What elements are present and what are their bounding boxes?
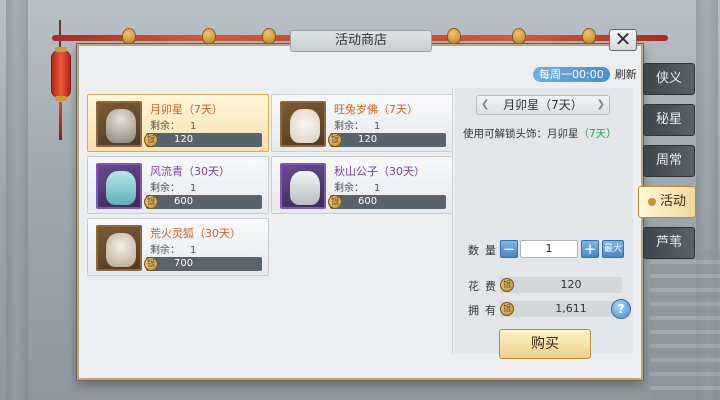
quantity-decrease-button[interactable]: −: [500, 240, 518, 258]
item-name: 秋山公子（30天）: [334, 165, 425, 178]
owned-value: 1,611: [555, 302, 587, 315]
headwear-icon: [96, 101, 142, 147]
refresh-label: 刷新: [614, 68, 637, 81]
quantity-label: 数量: [468, 244, 502, 257]
remaining-value: 1: [374, 121, 381, 132]
coin-icon: 银: [500, 302, 514, 316]
desc-text: 使用可解锁头饰：月卯星: [463, 128, 579, 140]
remaining-value: 1: [374, 183, 381, 194]
remaining-value: 1: [190, 245, 197, 256]
desc-duration: （7天）: [578, 128, 617, 140]
coin-icon: 银: [144, 195, 158, 209]
ornament-icon: [512, 28, 526, 44]
background-stairs: [650, 250, 720, 400]
coin-icon: 银: [144, 257, 158, 271]
ornament-icon: [582, 28, 596, 44]
item-name: 旺兔岁佛（7天）: [334, 103, 418, 116]
quantity-max-button[interactable]: 最大: [602, 240, 624, 258]
quantity-input[interactable]: 1: [520, 240, 578, 258]
tab-event[interactable]: 活动: [638, 186, 696, 218]
item-name: 月卯星（7天）: [150, 103, 223, 116]
item-name: 荒火灵狐（30天）: [150, 227, 241, 240]
buy-button[interactable]: 购买: [499, 329, 591, 359]
remaining-label: 剩余：: [150, 183, 180, 194]
item-remaining: 剩余： 1: [150, 241, 196, 256]
item-name: 风流青（30天）: [150, 165, 230, 178]
item-price: 银 600: [328, 195, 446, 209]
shop-item-card[interactable]: 荒火灵狐（30天） 剩余： 1 银 700: [87, 218, 269, 276]
remaining-label: 剩余：: [150, 245, 180, 256]
detail-description: 使用可解锁头饰：月卯星（7天）: [463, 126, 617, 141]
remaining-value: 1: [190, 183, 197, 194]
remaining-label: 剩余：: [334, 183, 364, 194]
shop-item-card[interactable]: 旺兔岁佛（7天） 剩余： 1 银 120: [271, 94, 453, 152]
outfit-icon: [280, 163, 326, 209]
fox-mount-icon: [96, 225, 142, 271]
tab-xiayi[interactable]: 侠义: [643, 63, 695, 95]
quantity-increase-button[interactable]: +: [581, 240, 599, 258]
detail-item-name[interactable]: 月卯星（7天）: [476, 95, 610, 115]
coin-icon: 银: [328, 195, 342, 209]
remaining-label: 剩余：: [150, 121, 180, 132]
tab-event-label: 活动: [659, 194, 686, 209]
price-value: 120: [358, 134, 378, 145]
help-icon[interactable]: ?: [611, 299, 631, 319]
price-value: 600: [174, 196, 194, 207]
item-price: 银 120: [328, 133, 446, 147]
rabbit-mask-icon: [280, 101, 326, 147]
item-price: 银 120: [144, 133, 262, 147]
shop-item-card[interactable]: 月卯星（7天） 剩余： 1 银 120: [87, 94, 269, 152]
shop-item-card[interactable]: 风流青（30天） 剩余： 1 银 600: [87, 156, 269, 214]
background-pillar: [6, 0, 28, 400]
tab-weekly[interactable]: 周常: [643, 145, 695, 177]
coin-icon: 银: [144, 133, 158, 147]
lantern-tassel: [59, 102, 62, 140]
remaining-label: 剩余：: [334, 121, 364, 132]
price-value: 120: [174, 134, 194, 145]
ornament-icon: [447, 28, 461, 44]
refresh-time: 每周一00:00: [533, 66, 610, 82]
item-price: 银 600: [144, 195, 262, 209]
tab-luwei[interactable]: 芦苇: [643, 227, 695, 259]
active-dot-icon: [647, 197, 656, 206]
ornament-icon: [122, 28, 136, 44]
tab-mixing[interactable]: 秘星: [643, 104, 695, 136]
remaining-value: 1: [190, 121, 197, 132]
coin-icon: 银: [500, 278, 514, 292]
cost-value-bar: 银 120: [500, 277, 622, 293]
refresh-info: 每周一00:00 刷新: [533, 66, 637, 82]
shop-item-card[interactable]: 秋山公子（30天） 剩余： 1 银 600: [271, 156, 453, 214]
item-remaining: 剩余： 1: [150, 117, 196, 132]
divider: [452, 88, 453, 354]
price-value: 700: [174, 258, 194, 269]
close-button[interactable]: ✕: [609, 29, 637, 51]
cost-label: 花费: [468, 280, 502, 293]
item-remaining: 剩余： 1: [334, 117, 380, 132]
window-title: 活动商店: [290, 30, 432, 52]
item-remaining: 剩余： 1: [334, 179, 380, 194]
item-remaining: 剩余： 1: [150, 179, 196, 194]
item-price: 银 700: [144, 257, 262, 271]
outfit-icon: [96, 163, 142, 209]
owned-label: 拥有: [468, 304, 502, 317]
price-value: 600: [358, 196, 378, 207]
coin-icon: 银: [328, 133, 342, 147]
ornament-icon: [262, 28, 276, 44]
owned-value-bar: 银 1,611: [500, 301, 622, 317]
cost-value: 120: [560, 278, 582, 291]
lantern-icon: [51, 47, 71, 101]
ornament-icon: [202, 28, 216, 44]
